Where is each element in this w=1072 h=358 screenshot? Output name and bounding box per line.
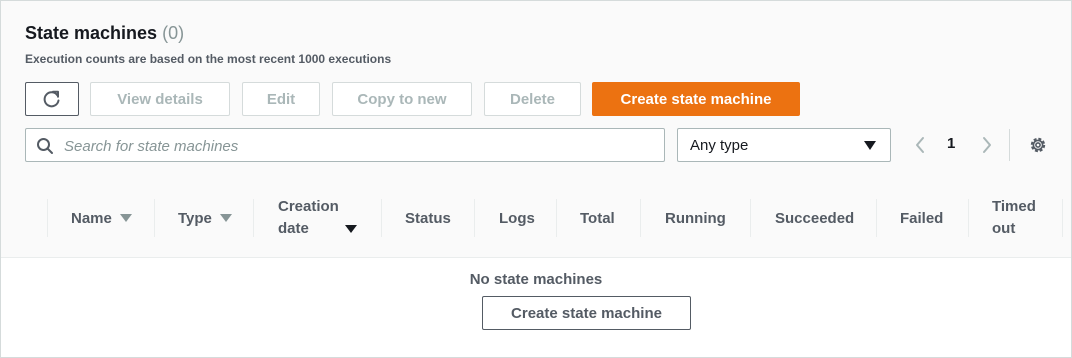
panel-subtitle: Execution counts are based on the most r… (25, 52, 392, 66)
column-header-succeeded: Succeeded (751, 179, 877, 257)
type-filter-value: Any type (690, 137, 749, 154)
toolbar-divider (1009, 129, 1010, 161)
state-machines-panel: State machines (0) Execution counts are … (0, 0, 1072, 358)
gear-icon[interactable] (1028, 135, 1048, 155)
column-header-timed-out: Timed out (969, 179, 1063, 257)
page-title: State machines (0) (25, 23, 184, 44)
sort-descending-icon (344, 225, 357, 233)
search-icon (37, 138, 53, 154)
type-filter-select[interactable]: Any type (677, 128, 891, 162)
column-header-name[interactable]: Name (48, 179, 155, 257)
edit-button[interactable]: Edit (242, 82, 320, 116)
create-state-machine-button[interactable]: Create state machine (592, 82, 800, 116)
refresh-button[interactable] (25, 82, 79, 116)
next-page-icon[interactable] (981, 136, 993, 154)
panel-header: State machines (0) Execution counts are … (1, 1, 1071, 180)
caret-down-icon (864, 141, 876, 150)
current-page-number[interactable]: 1 (947, 135, 955, 152)
column-header-failed: Failed (877, 179, 969, 257)
refresh-icon (43, 90, 60, 108)
column-header-creation-date[interactable]: Creation date (254, 179, 382, 257)
previous-page-icon[interactable] (914, 136, 926, 154)
select-column-header (1, 179, 48, 257)
column-header-logs: Logs (475, 179, 557, 257)
item-count: (0) (162, 23, 185, 43)
column-header-running: Running (641, 179, 751, 257)
delete-button[interactable]: Delete (484, 82, 581, 116)
empty-state-message: No state machines (469, 271, 603, 288)
search-input[interactable] (62, 129, 656, 163)
title-text: State machines (25, 23, 158, 43)
sort-icon (219, 214, 232, 222)
view-details-button[interactable]: View details (90, 82, 230, 116)
search-field[interactable] (25, 128, 665, 163)
empty-state-create-button[interactable]: Create state machine (482, 296, 691, 330)
column-header-total: Total (557, 179, 641, 257)
sort-icon (119, 214, 132, 222)
column-header-status: Status (382, 179, 475, 257)
copy-to-new-button[interactable]: Copy to new (332, 82, 472, 116)
column-header-type[interactable]: Type (155, 179, 254, 257)
